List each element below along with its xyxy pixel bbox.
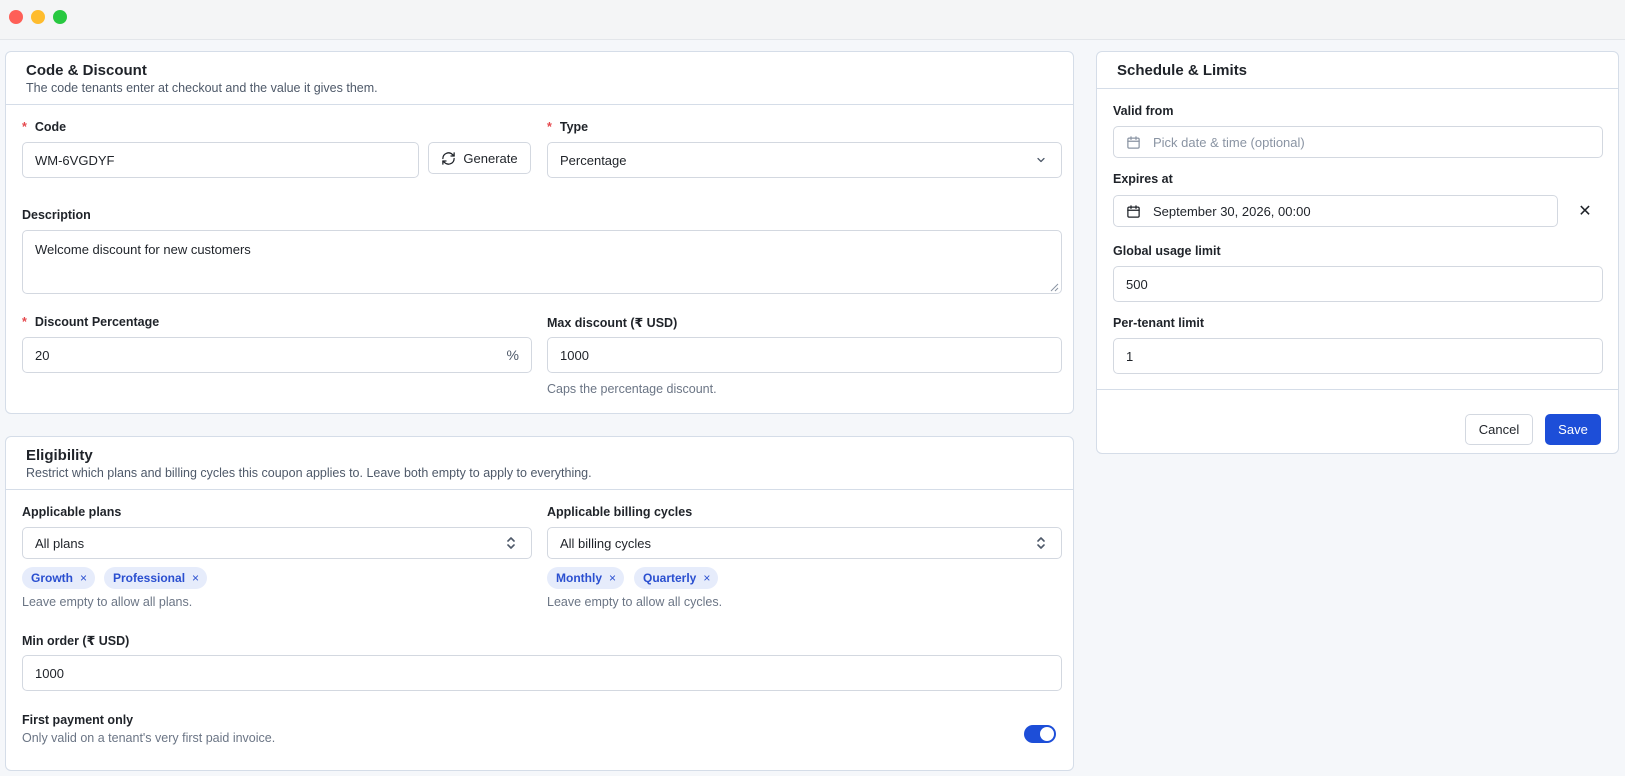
description-label: Description bbox=[22, 208, 91, 222]
first-payment-hint: Only valid on a tenant's very first paid… bbox=[22, 731, 276, 745]
discount-percentage-label-text: Discount Percentage bbox=[34, 315, 160, 329]
code-value: WM-6VGDYF bbox=[35, 152, 115, 168]
max-discount-hint: Caps the percentage discount. bbox=[547, 382, 717, 396]
plan-tag-label: Professional bbox=[113, 571, 186, 585]
chevron-up-down-icon bbox=[505, 536, 517, 550]
remove-tag-icon[interactable]: × bbox=[703, 571, 710, 585]
save-button[interactable]: Save bbox=[1545, 414, 1601, 445]
eligibility-subtitle: Restrict which plans and billing cycles … bbox=[26, 466, 592, 480]
global-usage-limit-input[interactable]: 500 bbox=[1113, 266, 1603, 302]
discount-percentage-label: * Discount Percentage bbox=[22, 315, 159, 329]
eligibility-header: Eligibility Restrict which plans and bil… bbox=[6, 437, 1073, 490]
schedule-limits-title: Schedule & Limits bbox=[1117, 62, 1248, 79]
min-order-label: Min order (₹ USD) bbox=[22, 634, 130, 648]
cycle-tag-label: Quarterly bbox=[643, 571, 697, 585]
code-discount-subtitle: The code tenants enter at checkout and t… bbox=[26, 81, 378, 95]
remove-tag-icon[interactable]: × bbox=[609, 571, 616, 585]
plan-tag-professional: Professional × bbox=[104, 567, 208, 589]
expires-at-label: Expires at bbox=[1113, 172, 1173, 186]
code-label: * Code bbox=[22, 120, 66, 134]
clear-expiry-button[interactable]: ✕ bbox=[1573, 199, 1597, 223]
generate-button-label: Generate bbox=[463, 150, 518, 166]
minimize-window-button[interactable] bbox=[31, 10, 45, 24]
max-discount-input[interactable]: 1000 bbox=[547, 337, 1062, 373]
chevron-up-down-icon bbox=[1035, 536, 1047, 550]
per-tenant-limit-label: Per-tenant limit bbox=[1113, 316, 1204, 330]
required-mark: * bbox=[22, 315, 27, 329]
required-mark: * bbox=[22, 120, 27, 134]
cycle-tag-quarterly: Quarterly × bbox=[634, 567, 719, 589]
eligibility-title: Eligibility bbox=[26, 447, 93, 464]
applicable-cycles-select[interactable]: All billing cycles bbox=[547, 527, 1062, 559]
min-order-input[interactable]: 1000 bbox=[22, 655, 1062, 691]
generate-button[interactable]: Generate bbox=[428, 142, 531, 174]
description-textarea[interactable]: Welcome discount for new customers bbox=[22, 230, 1062, 294]
max-discount-value: 1000 bbox=[560, 347, 589, 363]
plans-hint: Leave empty to allow all plans. bbox=[22, 595, 193, 609]
required-mark: * bbox=[547, 120, 552, 134]
global-usage-limit-value: 500 bbox=[1126, 276, 1148, 292]
close-icon: ✕ bbox=[1578, 203, 1592, 220]
cycles-hint: Leave empty to allow all cycles. bbox=[547, 595, 723, 609]
close-window-button[interactable] bbox=[9, 10, 23, 24]
max-discount-label: Max discount (₹ USD) bbox=[547, 316, 678, 330]
footer-divider bbox=[1097, 389, 1618, 390]
min-order-value: 1000 bbox=[35, 665, 64, 681]
code-input[interactable]: WM-6VGDYF bbox=[22, 142, 419, 178]
global-usage-limit-label: Global usage limit bbox=[1113, 244, 1221, 258]
applicable-plans-select[interactable]: All plans bbox=[22, 527, 532, 559]
applicable-cycles-label: Applicable billing cycles bbox=[547, 505, 693, 519]
toggle-knob bbox=[1040, 727, 1054, 741]
code-discount-header: Code & Discount The code tenants enter a… bbox=[6, 52, 1073, 105]
code-label-text: Code bbox=[34, 120, 67, 134]
plan-tag-label: Growth bbox=[31, 571, 73, 585]
applicable-cycles-value: All billing cycles bbox=[560, 535, 652, 551]
calendar-icon bbox=[1126, 135, 1141, 150]
schedule-limits-header: Schedule & Limits bbox=[1097, 52, 1618, 89]
calendar-icon bbox=[1126, 204, 1141, 219]
valid-from-label: Valid from bbox=[1113, 104, 1174, 118]
valid-from-picker[interactable]: Pick date & time (optional) bbox=[1113, 126, 1603, 158]
applicable-plans-label: Applicable plans bbox=[22, 505, 122, 519]
percent-suffix: % bbox=[506, 347, 519, 363]
resize-handle-icon[interactable] bbox=[1049, 282, 1059, 292]
window-titlebar bbox=[0, 0, 1625, 40]
applicable-plans-value: All plans bbox=[35, 535, 85, 551]
description-value: Welcome discount for new customers bbox=[35, 242, 251, 257]
discount-percentage-value: 20 bbox=[35, 347, 50, 363]
type-select[interactable]: Percentage bbox=[547, 142, 1062, 178]
type-label-text: Type bbox=[559, 120, 589, 134]
maximize-window-button[interactable] bbox=[53, 10, 67, 24]
per-tenant-limit-value: 1 bbox=[1126, 348, 1134, 364]
remove-tag-icon[interactable]: × bbox=[192, 571, 199, 585]
discount-percentage-input[interactable]: 20 % bbox=[22, 337, 532, 373]
type-label: * Type bbox=[547, 120, 588, 134]
remove-tag-icon[interactable]: × bbox=[80, 571, 87, 585]
first-payment-label: First payment only bbox=[22, 713, 134, 727]
plan-tag-growth: Growth × bbox=[22, 567, 96, 589]
refresh-icon bbox=[441, 151, 456, 166]
schedule-limits-card: Schedule & Limits Valid from Pick date &… bbox=[1096, 51, 1619, 454]
cancel-button[interactable]: Cancel bbox=[1465, 414, 1533, 445]
valid-from-placeholder: Pick date & time (optional) bbox=[1153, 134, 1305, 150]
eligibility-card: Eligibility Restrict which plans and bil… bbox=[5, 436, 1074, 771]
code-discount-title: Code & Discount bbox=[26, 62, 147, 79]
cycle-tag-monthly: Monthly × bbox=[547, 567, 625, 589]
chevron-down-icon bbox=[1035, 154, 1047, 166]
cycle-tag-label: Monthly bbox=[556, 571, 602, 585]
code-discount-card: Code & Discount The code tenants enter a… bbox=[5, 51, 1074, 414]
expires-at-picker[interactable]: September 30, 2026, 00:00 bbox=[1113, 195, 1558, 227]
per-tenant-limit-input[interactable]: 1 bbox=[1113, 338, 1603, 374]
expires-at-value: September 30, 2026, 00:00 bbox=[1153, 203, 1311, 219]
first-payment-toggle[interactable] bbox=[1024, 725, 1056, 743]
type-value: Percentage bbox=[560, 152, 627, 168]
